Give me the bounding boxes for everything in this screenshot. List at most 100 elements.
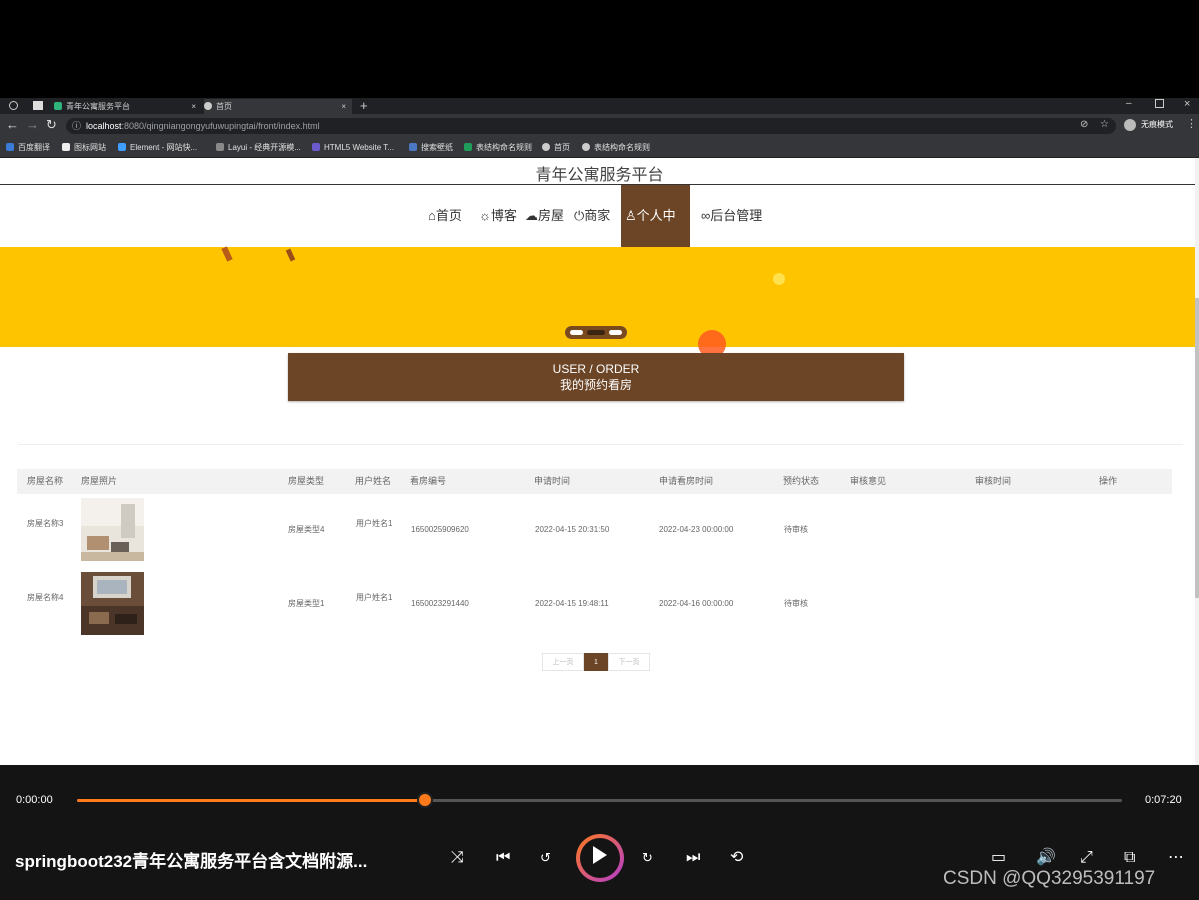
- fullscreen-icon[interactable]: ⤢: [1080, 848, 1093, 868]
- incognito-icon[interactable]: [1124, 119, 1136, 131]
- bookmark-label: 图标网站: [74, 143, 106, 152]
- bookmark-item[interactable]: 表结构命名规则: [582, 141, 650, 154]
- html5-icon: [312, 143, 320, 151]
- user-icon: ♙: [625, 208, 637, 223]
- house-photo: [81, 498, 144, 561]
- nav-home[interactable]: ⌂首页: [428, 185, 462, 247]
- apply-time: 2022-04-15 19:48:11: [535, 599, 609, 608]
- bookmark-item[interactable]: Layui - 经典开源模...: [216, 141, 301, 154]
- profile-label[interactable]: 无痕模式: [1141, 119, 1173, 130]
- nav-houses[interactable]: ☁房屋: [525, 185, 564, 247]
- url-host: localhost: [86, 121, 122, 131]
- status-text: 待审核: [784, 599, 808, 608]
- mini-player-icon[interactable]: ⧉: [1124, 848, 1135, 868]
- status-text: 待审核: [784, 525, 808, 534]
- tab-qingnian[interactable]: 青年公寓服务平台 ×: [54, 99, 202, 114]
- nav-merchants[interactable]: ⏻商家: [574, 185, 610, 247]
- layui-icon: [216, 143, 224, 151]
- column-header: 审核时间: [975, 476, 1012, 486]
- previous-icon[interactable]: ⏮: [496, 848, 510, 868]
- divider: [18, 444, 1183, 445]
- nav-personal-center[interactable]: ♙个人中心: [621, 185, 690, 285]
- tab-close-icon[interactable]: ×: [191, 99, 196, 114]
- table-header: 房屋名称 房屋照片 房屋类型 用户姓名 看房编号 申请时间 申请看房时间 预约状…: [17, 469, 1172, 494]
- carousel-dot[interactable]: [570, 330, 583, 335]
- tab-close-icon[interactable]: ×: [341, 99, 346, 114]
- carousel-dot[interactable]: [609, 330, 622, 335]
- url-path: :8080/qingniangongyufuwupingtai/front/in…: [121, 121, 320, 131]
- globe-icon: [582, 143, 590, 151]
- viewing-code: 1650023291440: [411, 599, 469, 608]
- tab-home[interactable]: 首页 ×: [204, 99, 352, 114]
- nav-label: 后台管理: [710, 208, 763, 223]
- bookmark-label: Element - 网站快...: [130, 143, 198, 152]
- nav-admin[interactable]: ∞后台管理: [701, 185, 762, 247]
- bookmark-item[interactable]: HTML5 Website T...: [312, 141, 394, 154]
- viewing-code: 1650025909620: [411, 525, 469, 534]
- globe-icon: [204, 102, 212, 110]
- browser-menu-icon[interactable]: [9, 101, 18, 110]
- bookmark-label: 搜索壁纸: [421, 143, 453, 152]
- section-title-cn: 我的预约看房: [559, 378, 632, 392]
- new-tab-icon[interactable]: +: [360, 98, 368, 113]
- bookmark-item[interactable]: 搜索壁纸: [409, 141, 453, 154]
- bookmark-label: Layui - 经典开源模...: [228, 143, 301, 152]
- column-header: 房屋名称: [27, 476, 64, 486]
- bookmark-item[interactable]: 首页: [542, 141, 570, 154]
- close-window-icon[interactable]: ×: [1184, 98, 1190, 110]
- star-icon[interactable]: ☆: [1100, 119, 1109, 130]
- minimize-icon[interactable]: –: [1126, 98, 1132, 109]
- info-icon: ⓘ: [72, 121, 82, 131]
- site-title: 青年公寓服务平台: [535, 167, 664, 184]
- shuffle-icon[interactable]: ⤨: [451, 848, 464, 868]
- reload-icon[interactable]: ↻: [46, 117, 57, 133]
- url-field[interactable]: ⓘ localhost:8080/qingniangongyufuwupingt…: [66, 118, 1116, 134]
- bookmark-label: 表结构命名规则: [594, 143, 650, 152]
- nav-label: 首页: [435, 208, 462, 223]
- column-header: 审核意见: [850, 476, 887, 486]
- link-icon: ∞: [701, 208, 711, 223]
- tab-label: 青年公寓服务平台: [66, 102, 130, 111]
- menu-dots-icon[interactable]: ⋮: [1186, 117, 1197, 130]
- main-nav: ⌂首页 ☼博客 ☁房屋 ⏻商家 ♙个人中心 ∞后台管理: [0, 185, 1199, 285]
- seek-handle[interactable]: [416, 792, 433, 808]
- cloud-icon: ☁: [525, 208, 538, 223]
- nav-blog[interactable]: ☼博客: [479, 185, 517, 247]
- carousel-dot-active[interactable]: [587, 330, 605, 335]
- bookmark-item[interactable]: 表结构命名规则: [464, 141, 532, 154]
- column-header: 房屋照片: [81, 476, 118, 486]
- column-header: 申请时间: [534, 476, 571, 486]
- bookmark-item[interactable]: Element - 网站快...: [118, 141, 197, 154]
- next-page-button[interactable]: 下一页: [608, 653, 650, 671]
- next-icon[interactable]: ⏭: [686, 848, 700, 868]
- window-icon[interactable]: [33, 101, 43, 110]
- viewing-time: 2022-04-16 00:00:00: [659, 599, 734, 608]
- back-icon[interactable]: ←: [6, 117, 19, 132]
- house-name: 房屋名称4: [27, 593, 64, 602]
- more-options-icon[interactable]: ⋯: [1168, 848, 1184, 868]
- subtitles-icon[interactable]: ▭: [991, 848, 1006, 868]
- vue-icon: [54, 102, 62, 110]
- bookmark-item[interactable]: 百度翻译: [6, 141, 50, 154]
- web-page: 青年公寓服务平台 ⌂首页 ☼博客 ☁房屋 ⏻商家 ♙个人中心 ∞后台管理 USE…: [0, 158, 1199, 765]
- maximize-icon[interactable]: [1155, 99, 1164, 108]
- eye-off-icon[interactable]: ⊘: [1080, 119, 1088, 130]
- prev-page-button[interactable]: 上一页: [542, 653, 584, 671]
- play-button[interactable]: [576, 834, 624, 882]
- page-1-button[interactable]: 1: [584, 653, 608, 671]
- forward-icon[interactable]: →: [26, 117, 39, 132]
- video-player-controls: 0:00:00 0:07:20 springboot232青年公寓服务平台含文档…: [0, 765, 1199, 900]
- tab-label: 首页: [216, 102, 232, 111]
- wallpaper-icon: [409, 143, 417, 151]
- rewind-10-icon[interactable]: ↺: [540, 848, 551, 868]
- current-time: 0:00:00: [16, 794, 53, 806]
- column-header: 申请看房时间: [659, 476, 714, 486]
- bookmark-item[interactable]: 图标网站: [62, 141, 106, 154]
- repeat-off-icon[interactable]: ⟲: [730, 848, 743, 868]
- page-scrollbar-thumb[interactable]: [1195, 298, 1199, 598]
- house-type: 房屋类型4: [288, 525, 325, 534]
- volume-icon[interactable]: 🔊: [1036, 848, 1056, 868]
- address-bar: ← → ↻ ⓘ localhost:8080/qingniangongyufuw…: [0, 114, 1199, 138]
- forward-30-icon[interactable]: ↻: [642, 848, 653, 868]
- house-name: 房屋名称3: [27, 519, 64, 528]
